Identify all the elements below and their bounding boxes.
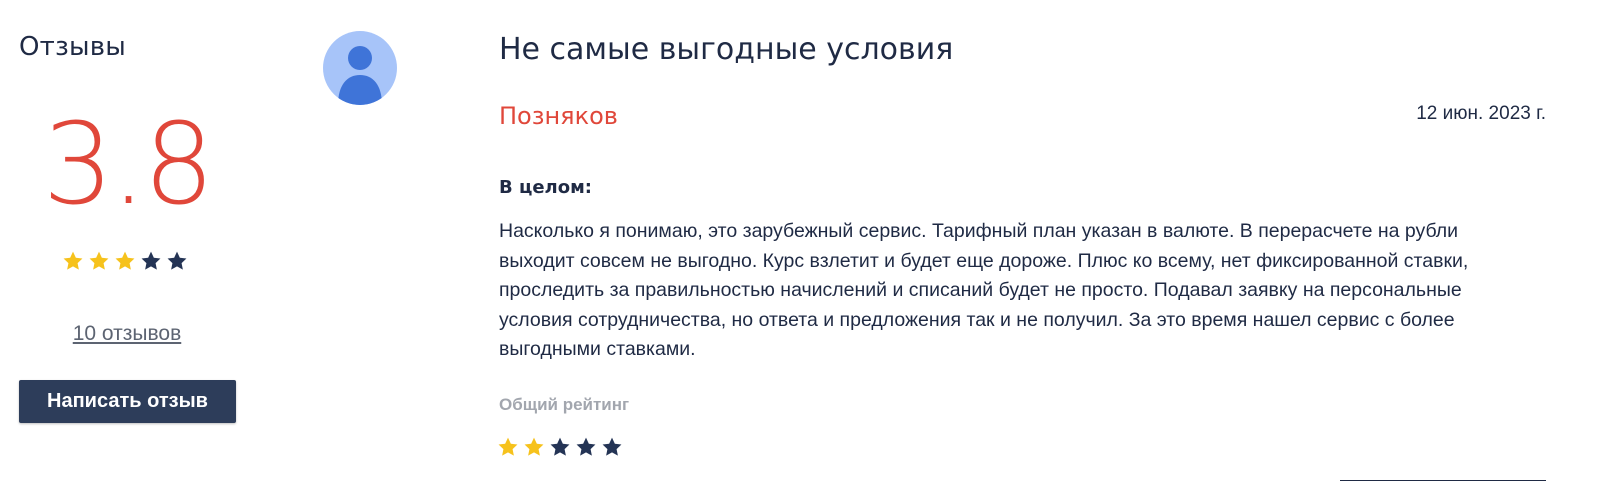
overall-rating-label: Общий рейтинг: [499, 395, 630, 414]
star-empty-icon: [549, 436, 571, 458]
star-filled-icon: [62, 250, 84, 272]
reviews-summary-sidebar: Отзывы 3.8 10 отзывов Написать отзыв: [0, 0, 270, 491]
review-text: Насколько я понимаю, это зарубежный серв…: [499, 220, 1469, 360]
star-empty-icon: [601, 436, 623, 458]
review-date: 12 июн. 2023 г.: [1416, 103, 1546, 124]
review-rating-stars: [497, 436, 623, 458]
overall-rating-stars: [62, 250, 188, 272]
star-empty-icon: [575, 436, 597, 458]
write-review-button[interactable]: Написать отзыв: [19, 380, 236, 423]
review-title: Не самые выгодные условия: [499, 32, 954, 67]
review-author: Позняков: [499, 102, 618, 130]
star-filled-icon: [523, 436, 545, 458]
reviews-heading: Отзывы: [19, 32, 127, 62]
star-filled-icon: [114, 250, 136, 272]
reviews-count-link[interactable]: 10 отзывов: [0, 322, 254, 346]
user-avatar-icon: [323, 31, 397, 105]
review-section-label: В целом:: [499, 177, 592, 198]
divider: [1340, 480, 1546, 481]
overall-rating-score: 3.8: [42, 100, 214, 230]
star-empty-icon: [140, 250, 162, 272]
star-filled-icon: [88, 250, 110, 272]
star-empty-icon: [166, 250, 188, 272]
star-filled-icon: [497, 436, 519, 458]
